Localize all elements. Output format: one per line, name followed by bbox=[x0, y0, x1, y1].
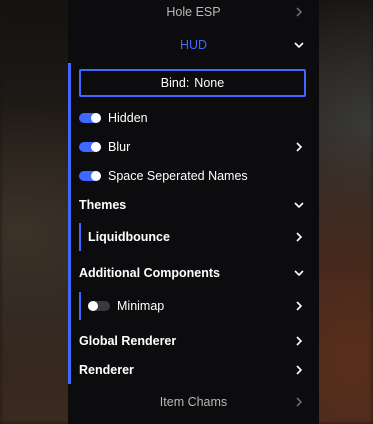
setting-space-separated-names[interactable]: Space Seperated Names bbox=[68, 162, 319, 190]
module-hole-esp-label: Hole ESP bbox=[166, 5, 221, 19]
space-names-toggle[interactable] bbox=[79, 171, 101, 181]
chevron-right-icon[interactable] bbox=[293, 231, 305, 243]
chevron-right-icon[interactable] bbox=[293, 364, 305, 376]
blur-toggle[interactable] bbox=[79, 142, 101, 152]
space-names-label: Space Seperated Names bbox=[108, 169, 248, 183]
setting-themes[interactable]: Themes bbox=[68, 191, 319, 219]
module-hole-esp[interactable]: Hole ESP bbox=[68, 0, 319, 26]
module-panel: Hole ESP HUD Bind: None Hidden Blur Spac… bbox=[68, 0, 319, 424]
module-item-chams[interactable]: Item Chams bbox=[68, 388, 319, 416]
hidden-label: Hidden bbox=[108, 111, 148, 125]
chevron-right-icon[interactable] bbox=[293, 335, 305, 347]
renderer-label: Renderer bbox=[79, 363, 134, 377]
bind-button[interactable]: Bind: None bbox=[79, 69, 306, 97]
additional-components-label: Additional Components bbox=[79, 266, 220, 280]
chevron-down-icon bbox=[293, 199, 305, 211]
setting-additional-components[interactable]: Additional Components bbox=[68, 259, 319, 287]
global-renderer-label: Global Renderer bbox=[79, 334, 177, 348]
setting-hidden[interactable]: Hidden bbox=[68, 104, 319, 132]
blur-label: Blur bbox=[108, 140, 131, 154]
theme-liquidbounce-label: Liquidbounce bbox=[88, 230, 170, 244]
setting-global-renderer[interactable]: Global Renderer bbox=[68, 327, 319, 355]
theme-option-liquidbounce[interactable]: Liquidbounce bbox=[68, 223, 319, 251]
minimap-toggle[interactable] bbox=[88, 301, 110, 311]
minimap-label: Minimap bbox=[117, 299, 165, 313]
chevron-down-icon bbox=[293, 267, 305, 279]
module-hud-label: HUD bbox=[179, 38, 208, 52]
chevron-down-icon bbox=[293, 39, 305, 51]
bind-value: None bbox=[194, 76, 225, 90]
module-item-chams-label: Item Chams bbox=[159, 395, 228, 409]
setting-renderer[interactable]: Renderer bbox=[68, 356, 319, 384]
chevron-right-icon[interactable] bbox=[293, 300, 305, 312]
setting-minimap[interactable]: Minimap bbox=[68, 292, 319, 320]
chevron-right-icon[interactable] bbox=[293, 141, 305, 153]
module-hud[interactable]: HUD bbox=[68, 31, 319, 59]
setting-blur[interactable]: Blur bbox=[68, 133, 319, 161]
chevron-right-icon bbox=[293, 396, 305, 408]
chevron-right-icon bbox=[293, 6, 305, 18]
hidden-toggle[interactable] bbox=[79, 113, 101, 123]
bind-label: Bind: bbox=[160, 76, 190, 90]
themes-label: Themes bbox=[79, 198, 127, 212]
